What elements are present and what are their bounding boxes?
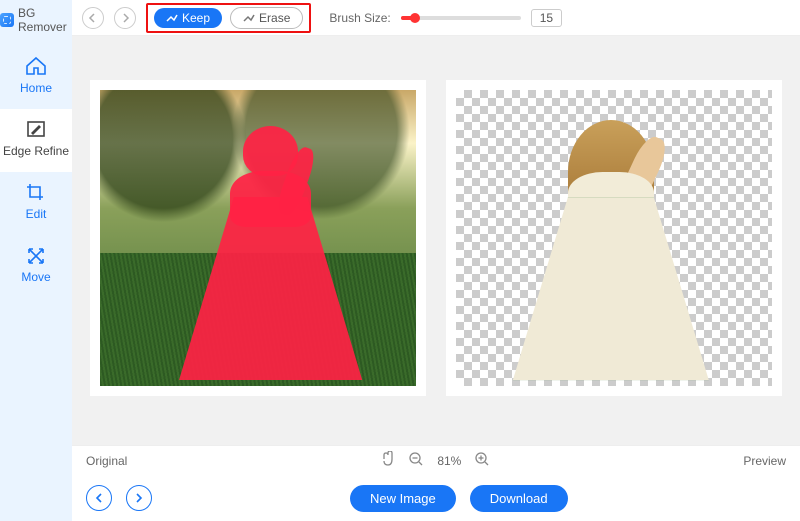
undo-button[interactable] xyxy=(82,7,104,29)
zoom-value: 81% xyxy=(437,454,461,468)
zoom-in-icon xyxy=(475,452,489,466)
move-icon xyxy=(25,245,47,265)
brush-size-slider-wrap xyxy=(401,16,521,20)
sidebar-item-move[interactable]: Move xyxy=(0,235,72,298)
sidebar: BG Remover Home Edge Refine Edit Move xyxy=(0,0,72,521)
tool-highlight-annotation: Keep Erase xyxy=(146,3,311,33)
erase-button[interactable]: Erase xyxy=(230,7,303,29)
app-root: BG Remover Home Edge Refine Edit Move xyxy=(0,0,800,521)
sidebar-item-label: Edge Refine xyxy=(3,144,69,158)
redo-button[interactable] xyxy=(114,7,136,29)
sidebar-item-home[interactable]: Home xyxy=(0,46,72,109)
slider-knob[interactable] xyxy=(410,13,420,23)
hand-icon xyxy=(381,451,395,467)
chevron-right-icon xyxy=(135,493,143,503)
keep-brush-icon xyxy=(166,13,178,23)
bottom-bar: New Image Download xyxy=(72,475,800,521)
sidebar-item-label: Edit xyxy=(26,207,47,221)
brush-size-label: Brush Size: xyxy=(329,11,390,25)
new-image-button[interactable]: New Image xyxy=(350,485,456,512)
keep-mask-overlay xyxy=(179,126,362,381)
zoom-out-icon xyxy=(409,452,423,466)
keep-button[interactable]: Keep xyxy=(154,8,222,28)
pan-button[interactable] xyxy=(381,451,395,470)
brand: BG Remover xyxy=(0,6,72,34)
sidebar-item-label: Home xyxy=(20,81,52,95)
preview-label: Preview xyxy=(743,454,786,468)
sidebar-item-edge-refine[interactable]: Edge Refine xyxy=(0,109,72,172)
brush-size-value[interactable]: 15 xyxy=(531,9,562,27)
brand-icon xyxy=(0,13,14,27)
original-panel xyxy=(90,80,426,396)
zoom-out-button[interactable] xyxy=(409,452,423,469)
original-label: Original xyxy=(86,454,127,468)
keep-label: Keep xyxy=(182,11,210,25)
sidebar-item-label: Move xyxy=(21,270,50,284)
zoom-in-button[interactable] xyxy=(475,452,489,469)
brand-label: BG Remover xyxy=(18,6,72,34)
toolbar: Keep Erase Brush Size: 15 xyxy=(72,0,800,36)
status-bar: Original 81% Preview xyxy=(72,445,800,475)
prev-button[interactable] xyxy=(86,485,112,511)
crop-icon xyxy=(25,182,47,202)
redo-icon xyxy=(120,13,130,23)
chevron-left-icon xyxy=(95,493,103,503)
original-image[interactable] xyxy=(100,90,416,386)
preview-image[interactable] xyxy=(456,90,772,386)
canvas-area xyxy=(72,36,800,445)
erase-label: Erase xyxy=(259,11,290,25)
edge-refine-icon xyxy=(25,119,47,139)
undo-icon xyxy=(88,13,98,23)
erase-brush-icon xyxy=(243,13,255,23)
next-button[interactable] xyxy=(126,485,152,511)
download-button[interactable]: Download xyxy=(470,485,568,512)
brush-size-slider[interactable] xyxy=(401,16,521,20)
preview-subject xyxy=(513,120,709,380)
preview-panel xyxy=(446,80,782,396)
sidebar-item-edit[interactable]: Edit xyxy=(0,172,72,235)
main: Keep Erase Brush Size: 15 xyxy=(72,0,800,521)
home-icon xyxy=(25,56,47,76)
